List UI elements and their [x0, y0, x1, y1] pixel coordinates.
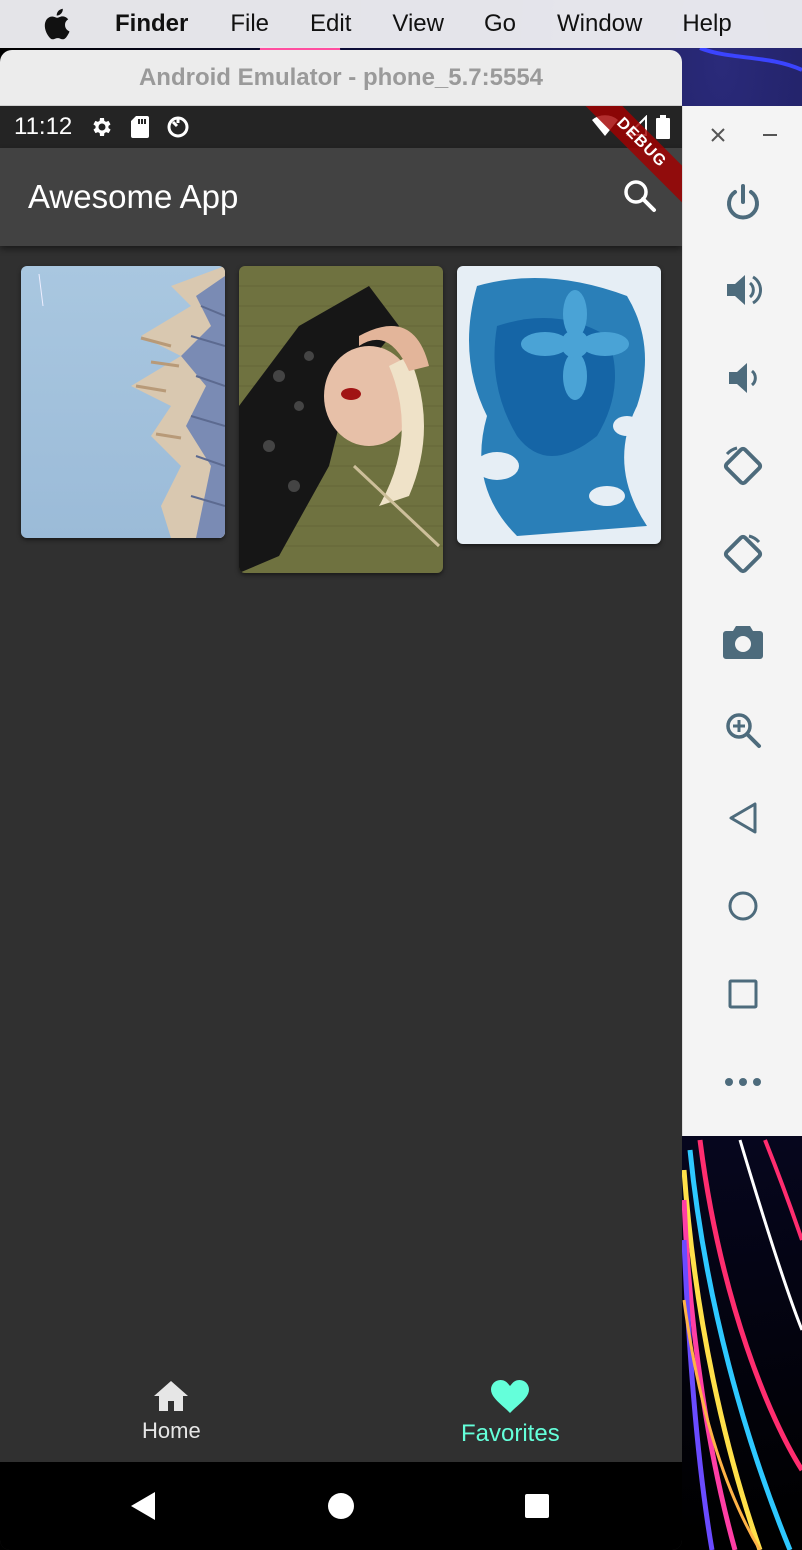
emulator-window-title: Android Emulator - phone_5.7:5554: [138, 63, 544, 91]
battery-icon: [656, 115, 670, 144]
volume-down-icon[interactable]: [719, 354, 767, 402]
zoom-icon[interactable]: [719, 706, 767, 754]
settings-status-icon: [90, 115, 114, 139]
rotate-right-icon[interactable]: [719, 530, 767, 578]
nav-home-label: Home: [142, 1418, 201, 1443]
android-status-bar: 11:12: [0, 106, 682, 148]
bottom-navigation: Home Favorites: [0, 1356, 682, 1462]
sd-card-status-icon: [128, 115, 152, 139]
back-icon[interactable]: [128, 1490, 160, 1522]
minimize-icon[interactable]: [759, 124, 781, 146]
app-title: Awesome App: [28, 178, 239, 215]
data-saver-status-icon: [166, 115, 190, 139]
volume-up-icon[interactable]: [719, 266, 767, 314]
status-time: 11:12: [14, 113, 73, 140]
menu-edit[interactable]: Edit: [310, 0, 351, 48]
home-circle-outline-icon[interactable]: [719, 882, 767, 930]
menu-go[interactable]: Go: [484, 0, 516, 48]
nav-favorites[interactable]: Favorites: [461, 1380, 560, 1448]
overview-square-icon[interactable]: [521, 1490, 553, 1522]
home-circle-icon[interactable]: [325, 1490, 357, 1522]
image-card-3[interactable]: [457, 266, 661, 544]
menu-help[interactable]: Help: [682, 0, 731, 48]
camera-icon[interactable]: [719, 618, 767, 666]
emulator-toolbar: [682, 106, 802, 1136]
menu-file[interactable]: File: [230, 0, 269, 48]
nav-favorites-label: Favorites: [461, 1420, 560, 1447]
search-icon[interactable]: [622, 178, 658, 214]
blue-abstract-image: [457, 266, 661, 544]
menu-window[interactable]: Window: [557, 0, 642, 48]
menu-view[interactable]: View: [392, 0, 444, 48]
overview-square-outline-icon[interactable]: [719, 970, 767, 1018]
image-card-1[interactable]: [21, 266, 225, 538]
back-triangle-icon[interactable]: [719, 794, 767, 842]
heart-icon: [491, 1380, 530, 1413]
nav-home[interactable]: Home: [142, 1380, 201, 1444]
app-bar: Awesome App: [0, 148, 682, 246]
more-icon[interactable]: [719, 1058, 767, 1106]
menu-app-name[interactable]: Finder: [115, 0, 188, 48]
macos-menu-bar: Finder File Edit View Go Window Help: [0, 0, 802, 48]
phone-screen: 11:12 DEBUG Awesome App Home Favorites: [0, 106, 682, 1550]
apple-menu-icon[interactable]: [42, 8, 72, 40]
portrait-image: [239, 266, 443, 573]
image-card-2[interactable]: [239, 266, 443, 573]
close-icon[interactable]: [707, 124, 729, 146]
rotate-left-icon[interactable]: [719, 442, 767, 490]
sculpture-image: [21, 266, 225, 538]
android-system-nav: [0, 1462, 682, 1550]
power-icon[interactable]: [719, 178, 767, 226]
emulator-title-bar[interactable]: Android Emulator - phone_5.7:5554: [0, 50, 682, 106]
home-icon: [154, 1381, 189, 1411]
